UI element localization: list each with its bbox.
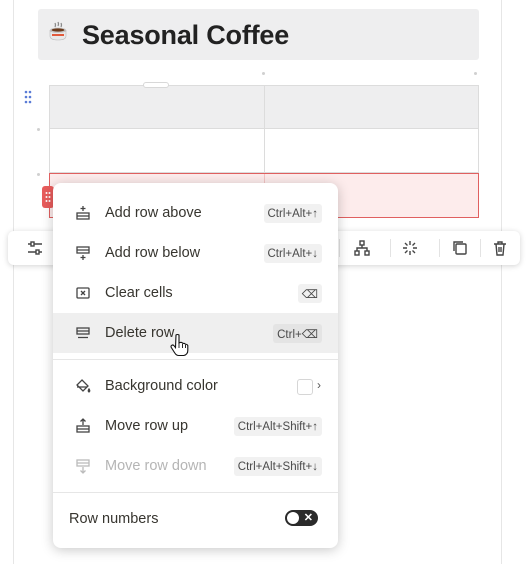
guide-dot: [474, 72, 477, 75]
insert-row-below-icon: [74, 244, 92, 262]
clear-cells-icon: [74, 284, 92, 302]
sparkle-icon[interactable]: [399, 237, 421, 259]
menu-item-label: Add row below: [105, 245, 201, 261]
toolbar-divider: [439, 239, 440, 257]
network-icon[interactable]: [351, 237, 373, 259]
menu-item-clear-cells[interactable]: Clear cells ⌫: [53, 273, 338, 313]
table-header-row: [49, 85, 479, 129]
menu-item-label: Clear cells: [105, 285, 173, 301]
menu-item-move-row-up[interactable]: Move row up Ctrl+Alt+Shift+↑: [53, 406, 338, 446]
delete-row-icon: [74, 324, 92, 342]
shortcut-hint: ⌫: [297, 284, 322, 303]
menu-item-label: Background color: [105, 378, 218, 394]
menu-item-label: Move row down: [105, 458, 207, 474]
table-row: [49, 129, 479, 173]
move-down-icon: [74, 457, 92, 475]
toolbar-divider: [480, 239, 481, 257]
menu-item-label: Add row above: [105, 205, 202, 221]
block-drag-handle[interactable]: [22, 88, 34, 106]
menu-item-add-row-above[interactable]: Add row above Ctrl+Alt+↑: [53, 193, 338, 233]
grip-icon: [24, 90, 32, 104]
row-context-menu: Add row above Ctrl+Alt+↑ Add row below C…: [53, 183, 338, 548]
menu-item-move-row-down: Move row down Ctrl+Alt+Shift+↓: [53, 446, 338, 486]
toggle-knob: [287, 512, 299, 524]
duplicate-icon[interactable]: [449, 237, 471, 259]
menu-item-label: Delete row: [105, 325, 175, 341]
hand-pointer-icon: [170, 333, 190, 357]
page-title[interactable]: Seasonal Coffee: [82, 20, 289, 51]
close-icon: ✕: [303, 512, 313, 524]
table-cell[interactable]: [265, 86, 478, 128]
page: Seasonal Coffee Add row above Ctrl+Alt+↑…: [0, 0, 529, 564]
table-cell[interactable]: [50, 129, 265, 172]
trash-icon[interactable]: [489, 237, 511, 259]
toolbar-divider: [339, 239, 340, 257]
shortcut-hint: Ctrl+Alt+↓: [263, 244, 322, 263]
shortcut-hint: Ctrl+Alt+Shift+↓: [233, 457, 322, 476]
grip-icon: [45, 192, 51, 202]
color-swatch: [297, 379, 313, 395]
shortcut-hint: Ctrl+Alt+Shift+↑: [233, 417, 322, 436]
menu-item-add-row-below[interactable]: Add row below Ctrl+Alt+↓: [53, 233, 338, 273]
shortcut-hint: Ctrl+Alt+↑: [263, 204, 322, 223]
menu-divider: [53, 359, 338, 360]
row-numbers-label: Row numbers: [69, 511, 159, 527]
menu-item-row-numbers[interactable]: Row numbers ✕: [53, 499, 338, 539]
table-cell[interactable]: [50, 86, 265, 128]
column-handle[interactable]: [143, 82, 169, 88]
coffee-icon: [48, 21, 68, 41]
guide-dot: [37, 128, 40, 131]
paint-bucket-icon: [74, 377, 92, 395]
move-up-icon: [74, 417, 92, 435]
menu-item-delete-row[interactable]: Delete row Ctrl+⌫: [53, 313, 338, 353]
page-margin-right: [501, 0, 502, 564]
menu-item-background-color[interactable]: Background color ›: [53, 366, 338, 406]
table-cell[interactable]: [265, 129, 478, 172]
title-block[interactable]: Seasonal Coffee: [38, 9, 479, 60]
menu-divider: [53, 492, 338, 493]
sliders-icon[interactable]: [24, 237, 46, 259]
guide-dot: [37, 173, 40, 176]
chevron-right-icon: ›: [317, 378, 321, 392]
menu-item-label: Move row up: [105, 418, 189, 434]
insert-row-above-icon: [74, 204, 92, 222]
row-numbers-toggle[interactable]: ✕: [285, 510, 318, 526]
shortcut-hint: Ctrl+⌫: [273, 324, 322, 343]
toolbar-divider: [390, 239, 391, 257]
guide-dot: [262, 72, 265, 75]
page-margin-left: [13, 0, 14, 564]
